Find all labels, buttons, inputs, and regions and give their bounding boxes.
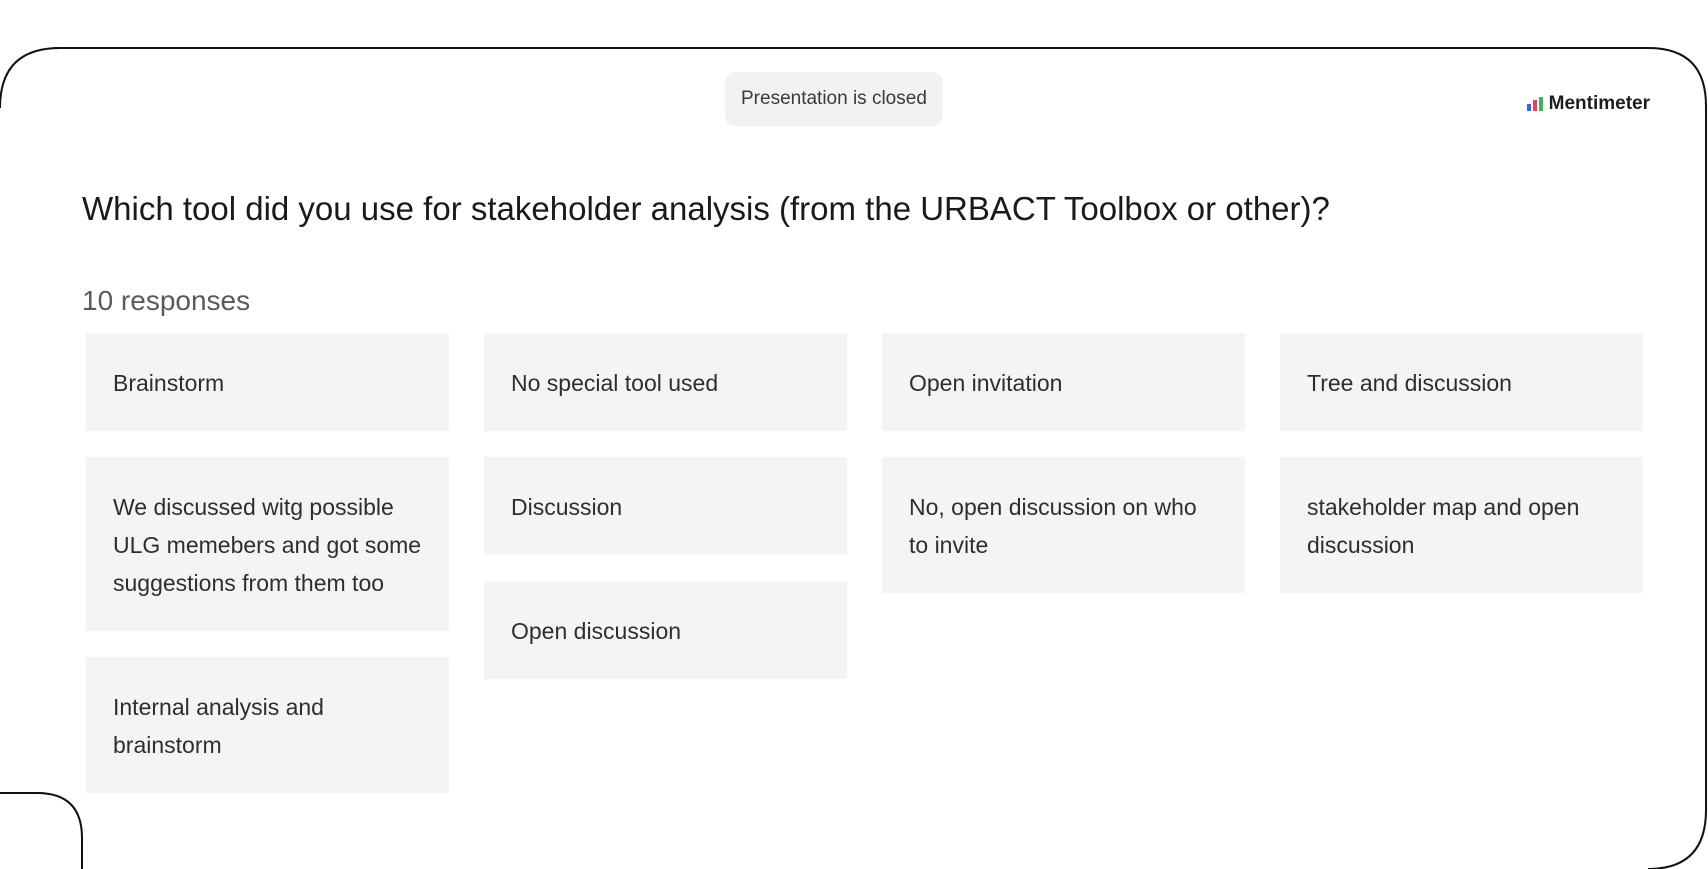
logo-bar-1 xyxy=(1526,104,1531,111)
response-card: Tree and discussion xyxy=(1280,333,1643,431)
responses-column-1: Brainstorm We discussed witg possible UL… xyxy=(86,333,449,793)
response-card: Open invitation xyxy=(882,333,1245,431)
response-card: Open discussion xyxy=(484,581,847,679)
presentation-status-badge: Presentation is closed xyxy=(725,72,943,126)
mentimeter-logo: Mentimeter xyxy=(1526,93,1650,115)
responses-count: 10 responses xyxy=(82,285,251,316)
response-card: stakeholder map and open discussion xyxy=(1280,457,1643,593)
logo-bar-2 xyxy=(1532,100,1537,111)
response-card: Discussion xyxy=(484,457,847,555)
question-title: Which tool did you use for stakeholder a… xyxy=(82,190,1330,227)
presentation-results-page: Presentation is closed Mentimeter Which … xyxy=(0,0,1708,869)
responses-column-4: Tree and discussion stakeholder map and … xyxy=(1280,333,1643,793)
presentation-status-label: Presentation is closed xyxy=(741,88,927,109)
response-card: Brainstorm xyxy=(86,333,449,431)
response-card: No special tool used xyxy=(484,333,847,431)
response-card: We discussed witg possible ULG memebers … xyxy=(86,457,449,631)
logo-text: Mentimeter xyxy=(1548,93,1650,114)
responses-grid: Brainstorm We discussed witg possible UL… xyxy=(86,333,1643,793)
responses-column-3: Open invitation No, open discussion on w… xyxy=(882,333,1245,793)
logo-bar-3 xyxy=(1538,97,1543,111)
response-card: No, open discussion on who to invite xyxy=(882,457,1245,593)
mentimeter-bars-icon xyxy=(1526,97,1543,111)
responses-column-2: No special tool used Discussion Open dis… xyxy=(484,333,847,793)
response-card: Internal analysis and brainstorm xyxy=(86,657,449,793)
